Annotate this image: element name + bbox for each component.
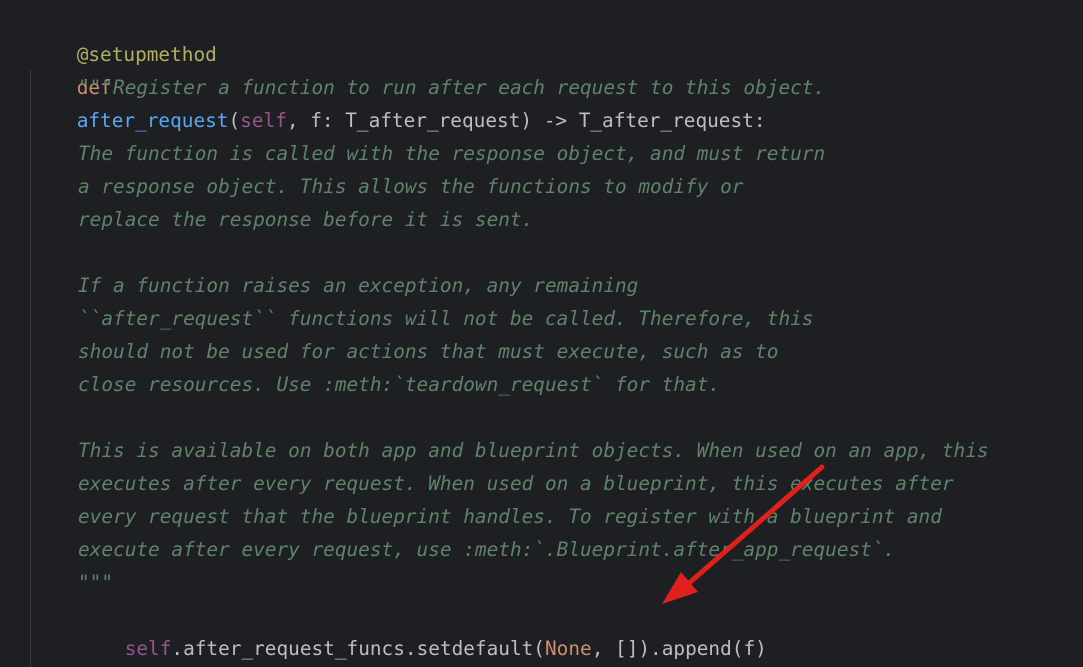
self-parameter: self [240,109,287,132]
docstring-closing-line[interactable]: """ [78,566,113,599]
docstring-line[interactable]: This is available on both app and bluepr… [78,434,989,467]
docstring-line[interactable]: executes after every request. When used … [78,467,954,500]
docstring-line[interactable]: replace the response before it is sent. [78,203,533,236]
docstring-line[interactable]: every request that the blueprint handles… [78,500,942,533]
return-statement-line[interactable]: return f [78,632,218,665]
none-constant: None [544,637,592,660]
docstring-line[interactable]: a response object. This allows the funct… [78,170,743,203]
docstring-line[interactable]: The function is called with the response… [78,137,825,170]
docstring-line[interactable]: If a function raises an exception, any r… [78,269,638,302]
docstring-line[interactable]: ``after_request`` functions will not be … [78,302,813,335]
function-definition-line[interactable]: def after_request(self, f: T_after_reque… [30,38,766,132]
append-statement-line[interactable]: self.after_request_funcs.setdefault(None… [78,599,767,660]
function-name: after_request [76,109,229,132]
open-paren: ( [228,109,241,132]
docstring-line[interactable]: """Register a function to run after each… [78,71,825,104]
docstring-line[interactable]: close resources. Use :meth:`teardown_req… [78,368,720,401]
docstring-line[interactable]: execute after every request, use :meth:`… [78,533,895,566]
decorator-line[interactable]: @setupmethod [30,5,217,66]
docstring-line[interactable]: should not be used for actions that must… [78,335,778,368]
parameter-list: , f: T_after_request) -> T_after_request… [286,109,766,132]
code-editor[interactable]: @setupmethod def after_request(self, f: … [0,0,1083,667]
setdefault-call: .after_request_funcs.setdefault( [171,637,545,660]
append-call: , []).append(f) [591,637,767,660]
